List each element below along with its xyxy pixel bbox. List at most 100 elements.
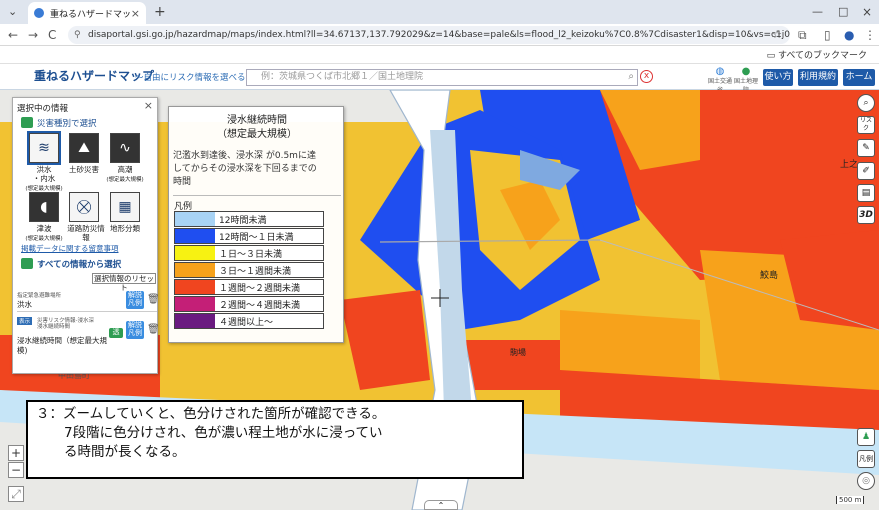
forward-icon[interactable]: → bbox=[28, 27, 38, 43]
legend-row: ４週間以上～ bbox=[174, 313, 324, 329]
gsi-mark-icon: ● bbox=[741, 66, 751, 77]
search-icon[interactable]: ⌕ bbox=[628, 70, 634, 84]
tsunami-label: 津波 (想定最大規模) bbox=[25, 224, 63, 244]
zoom-out-button[interactable]: − bbox=[8, 462, 24, 478]
storm-surge-label-main: 高潮 bbox=[117, 165, 133, 174]
measure-icon[interactable]: ✐ bbox=[857, 162, 875, 180]
all-info-link[interactable]: すべての情報から選択 bbox=[37, 258, 121, 270]
tab-search-chevron-icon[interactable]: ⌄ bbox=[8, 3, 17, 21]
road-disaster-icon[interactable]: ⛒ bbox=[69, 192, 99, 222]
legend-swatch bbox=[175, 280, 215, 294]
home-button[interactable]: ホーム bbox=[843, 69, 875, 86]
landslide-icon[interactable]: ⛰ bbox=[69, 133, 99, 163]
disaster-type-icon bbox=[21, 117, 33, 128]
browser-tab[interactable]: 重ねるハザードマップ × bbox=[28, 2, 146, 24]
legend-row: ２週間～４週間未満 bbox=[174, 296, 324, 312]
opacity-button[interactable]: 透 bbox=[109, 328, 123, 338]
legend-toggle-button[interactable]: 凡例 bbox=[857, 450, 875, 468]
legend-tag-label: 凡例 bbox=[128, 299, 142, 307]
profile-icon[interactable]: ● bbox=[844, 27, 854, 43]
maximize-icon[interactable]: □ bbox=[838, 3, 848, 21]
selected-item-evacuation: 指定緊急避難場所 洪水 解説 凡例 🗑 bbox=[17, 290, 160, 312]
browser-menu-icon[interactable]: ⋮ bbox=[864, 27, 876, 43]
usage-button[interactable]: 使い方 bbox=[763, 69, 793, 86]
back-icon[interactable]: ← bbox=[8, 27, 18, 43]
draw-pen-icon[interactable]: ✎ bbox=[857, 139, 875, 157]
risk-summary-button[interactable]: リスク bbox=[857, 116, 875, 134]
new-tab-icon[interactable]: + bbox=[154, 3, 166, 21]
clear-search-icon[interactable]: x bbox=[640, 70, 653, 83]
legend-swatch bbox=[175, 229, 215, 243]
flood-label-main: 洪水 bbox=[36, 165, 52, 174]
close-tab-icon[interactable]: × bbox=[131, 7, 140, 20]
legend-row: 12時間未満 bbox=[174, 211, 324, 227]
mlit-logo[interactable]: ◍国土交通省 bbox=[708, 67, 732, 95]
desc-legend-button[interactable]: 解説 凡例 bbox=[126, 291, 144, 309]
storm-surge-icon[interactable]: ∿ bbox=[110, 133, 140, 163]
terrain-class-icon[interactable]: ▦ bbox=[110, 192, 140, 222]
road-disaster-label: 道路防災情報 bbox=[67, 224, 105, 242]
all-bookmarks-button[interactable]: ▭ すべてのブックマーク bbox=[767, 48, 867, 61]
map-search-icon[interactable]: ⌕ bbox=[857, 94, 875, 112]
item-tag-line2: 浸水継続時間 bbox=[37, 324, 71, 330]
desc-legend-button[interactable]: 解説 凡例 bbox=[126, 321, 144, 339]
map-label-place2: 鮫島 bbox=[760, 271, 779, 281]
legend-swatch bbox=[175, 297, 215, 311]
terms-button[interactable]: 利用規約 bbox=[798, 69, 838, 86]
legend-description: 氾濫水到達後、浸水深 が0.5mに達 してからその浸水深を下回るまでの 時間 bbox=[173, 150, 341, 189]
legend-desc-line1: 氾濫水到達後、浸水深 が0.5mに達 bbox=[173, 151, 316, 161]
extensions-icon[interactable]: ⧉ bbox=[798, 27, 807, 43]
folder-icon: ▭ bbox=[766, 51, 778, 61]
expand-panel-chevron-icon[interactable]: ⌃ bbox=[424, 500, 458, 510]
all-bookmarks-label: すべてのブックマーク bbox=[777, 51, 867, 61]
flood-duration-legend: 浸水継続時間 （想定最大規模） 氾濫水到達後、浸水深 が0.5mに達 してからそ… bbox=[168, 106, 344, 343]
window-close-icon[interactable]: × bbox=[862, 3, 872, 21]
legend-row: 12時間～１日未満 bbox=[174, 228, 324, 244]
panel-close-icon[interactable]: × bbox=[144, 99, 153, 112]
item-tag: 指定緊急避難場所 bbox=[17, 293, 62, 299]
legend-row: １日～３日未満 bbox=[174, 245, 324, 261]
flood-icon[interactable]: ≋ bbox=[27, 131, 61, 165]
locate-icon[interactable]: ◎ bbox=[857, 472, 875, 490]
panel-title: 選択中の情報 bbox=[17, 104, 69, 114]
layer-type-badge: 表示 bbox=[17, 317, 33, 325]
minimize-icon[interactable]: — bbox=[812, 3, 823, 21]
gsi-logo[interactable]: ●国土地理院 bbox=[734, 66, 758, 95]
item-tag: 災害リスク情報-浸水深 浸水継続時間 bbox=[37, 318, 107, 330]
sidepanel-icon[interactable]: ▯ bbox=[824, 27, 831, 43]
reset-selection-button[interactable]: 選択情報のリセット bbox=[92, 273, 156, 292]
toolbox-icon[interactable]: ▤ bbox=[857, 184, 875, 202]
data-notes-link[interactable]: 掲載データに関する留意事項 bbox=[21, 243, 119, 254]
legend-label: ２週間～４週間未満 bbox=[219, 301, 301, 311]
trash-icon[interactable]: 🗑 bbox=[147, 294, 160, 305]
tab-title: 重ねるハザードマップ bbox=[50, 9, 131, 20]
trash-icon[interactable]: 🗑 bbox=[147, 324, 160, 335]
legend-label: １日～３日未満 bbox=[219, 250, 283, 260]
landslide-label: 土砂災害 bbox=[69, 165, 99, 174]
view-3d-button[interactable]: 3D bbox=[857, 206, 875, 224]
reload-icon[interactable]: C bbox=[48, 27, 56, 43]
legend-row: １週間～２週間未満 bbox=[174, 279, 324, 295]
fullscreen-icon[interactable]: ⤢ bbox=[8, 486, 24, 502]
bookmark-star-icon[interactable]: ☆ bbox=[772, 26, 782, 44]
tsunami-icon[interactable]: ◖ bbox=[29, 192, 59, 222]
pedestrian-icon[interactable]: ♟ bbox=[857, 428, 875, 446]
zoom-in-button[interactable]: + bbox=[8, 445, 24, 461]
storm-surge-label: 高潮 (想定最大規模) bbox=[106, 165, 144, 185]
disaster-type-section-label[interactable]: 災害種別で選択 bbox=[37, 117, 97, 129]
legend-swatch bbox=[175, 212, 215, 226]
legend-title: 浸水継続時間 bbox=[227, 115, 287, 126]
search-placeholder: 例：茨城県つくば市北郷１／国土地理院 bbox=[261, 72, 424, 82]
flood-label-sub: ・内水 bbox=[32, 174, 56, 183]
legend-swatch bbox=[175, 263, 215, 277]
place-search-input[interactable]: 例：茨城県つくば市北郷１／国土地理院 ⌕ bbox=[246, 69, 638, 86]
legend-row: ３日～１週間未満 bbox=[174, 262, 324, 278]
legend-divider bbox=[173, 195, 341, 196]
tsunami-label-main: 津波 bbox=[36, 224, 52, 233]
address-bar: ← → C ⚲ disaportal.gsi.go.jp/hazardmap/m… bbox=[0, 24, 879, 46]
app-tagline: ～自由にリスク情報を選べる～ bbox=[135, 73, 255, 83]
url-text: disaportal.gsi.go.jp/hazardmap/maps/inde… bbox=[88, 30, 790, 40]
url-field[interactable]: ⚲ disaportal.gsi.go.jp/hazardmap/maps/in… bbox=[68, 26, 790, 44]
selected-info-panel: 選択中の情報 × 災害種別で選択 ≋ ⛰ ∿ 洪水 ・内水 (想定最大規模) 土砂災… bbox=[12, 97, 160, 374]
site-info-icon[interactable]: ⚲ bbox=[74, 26, 81, 44]
